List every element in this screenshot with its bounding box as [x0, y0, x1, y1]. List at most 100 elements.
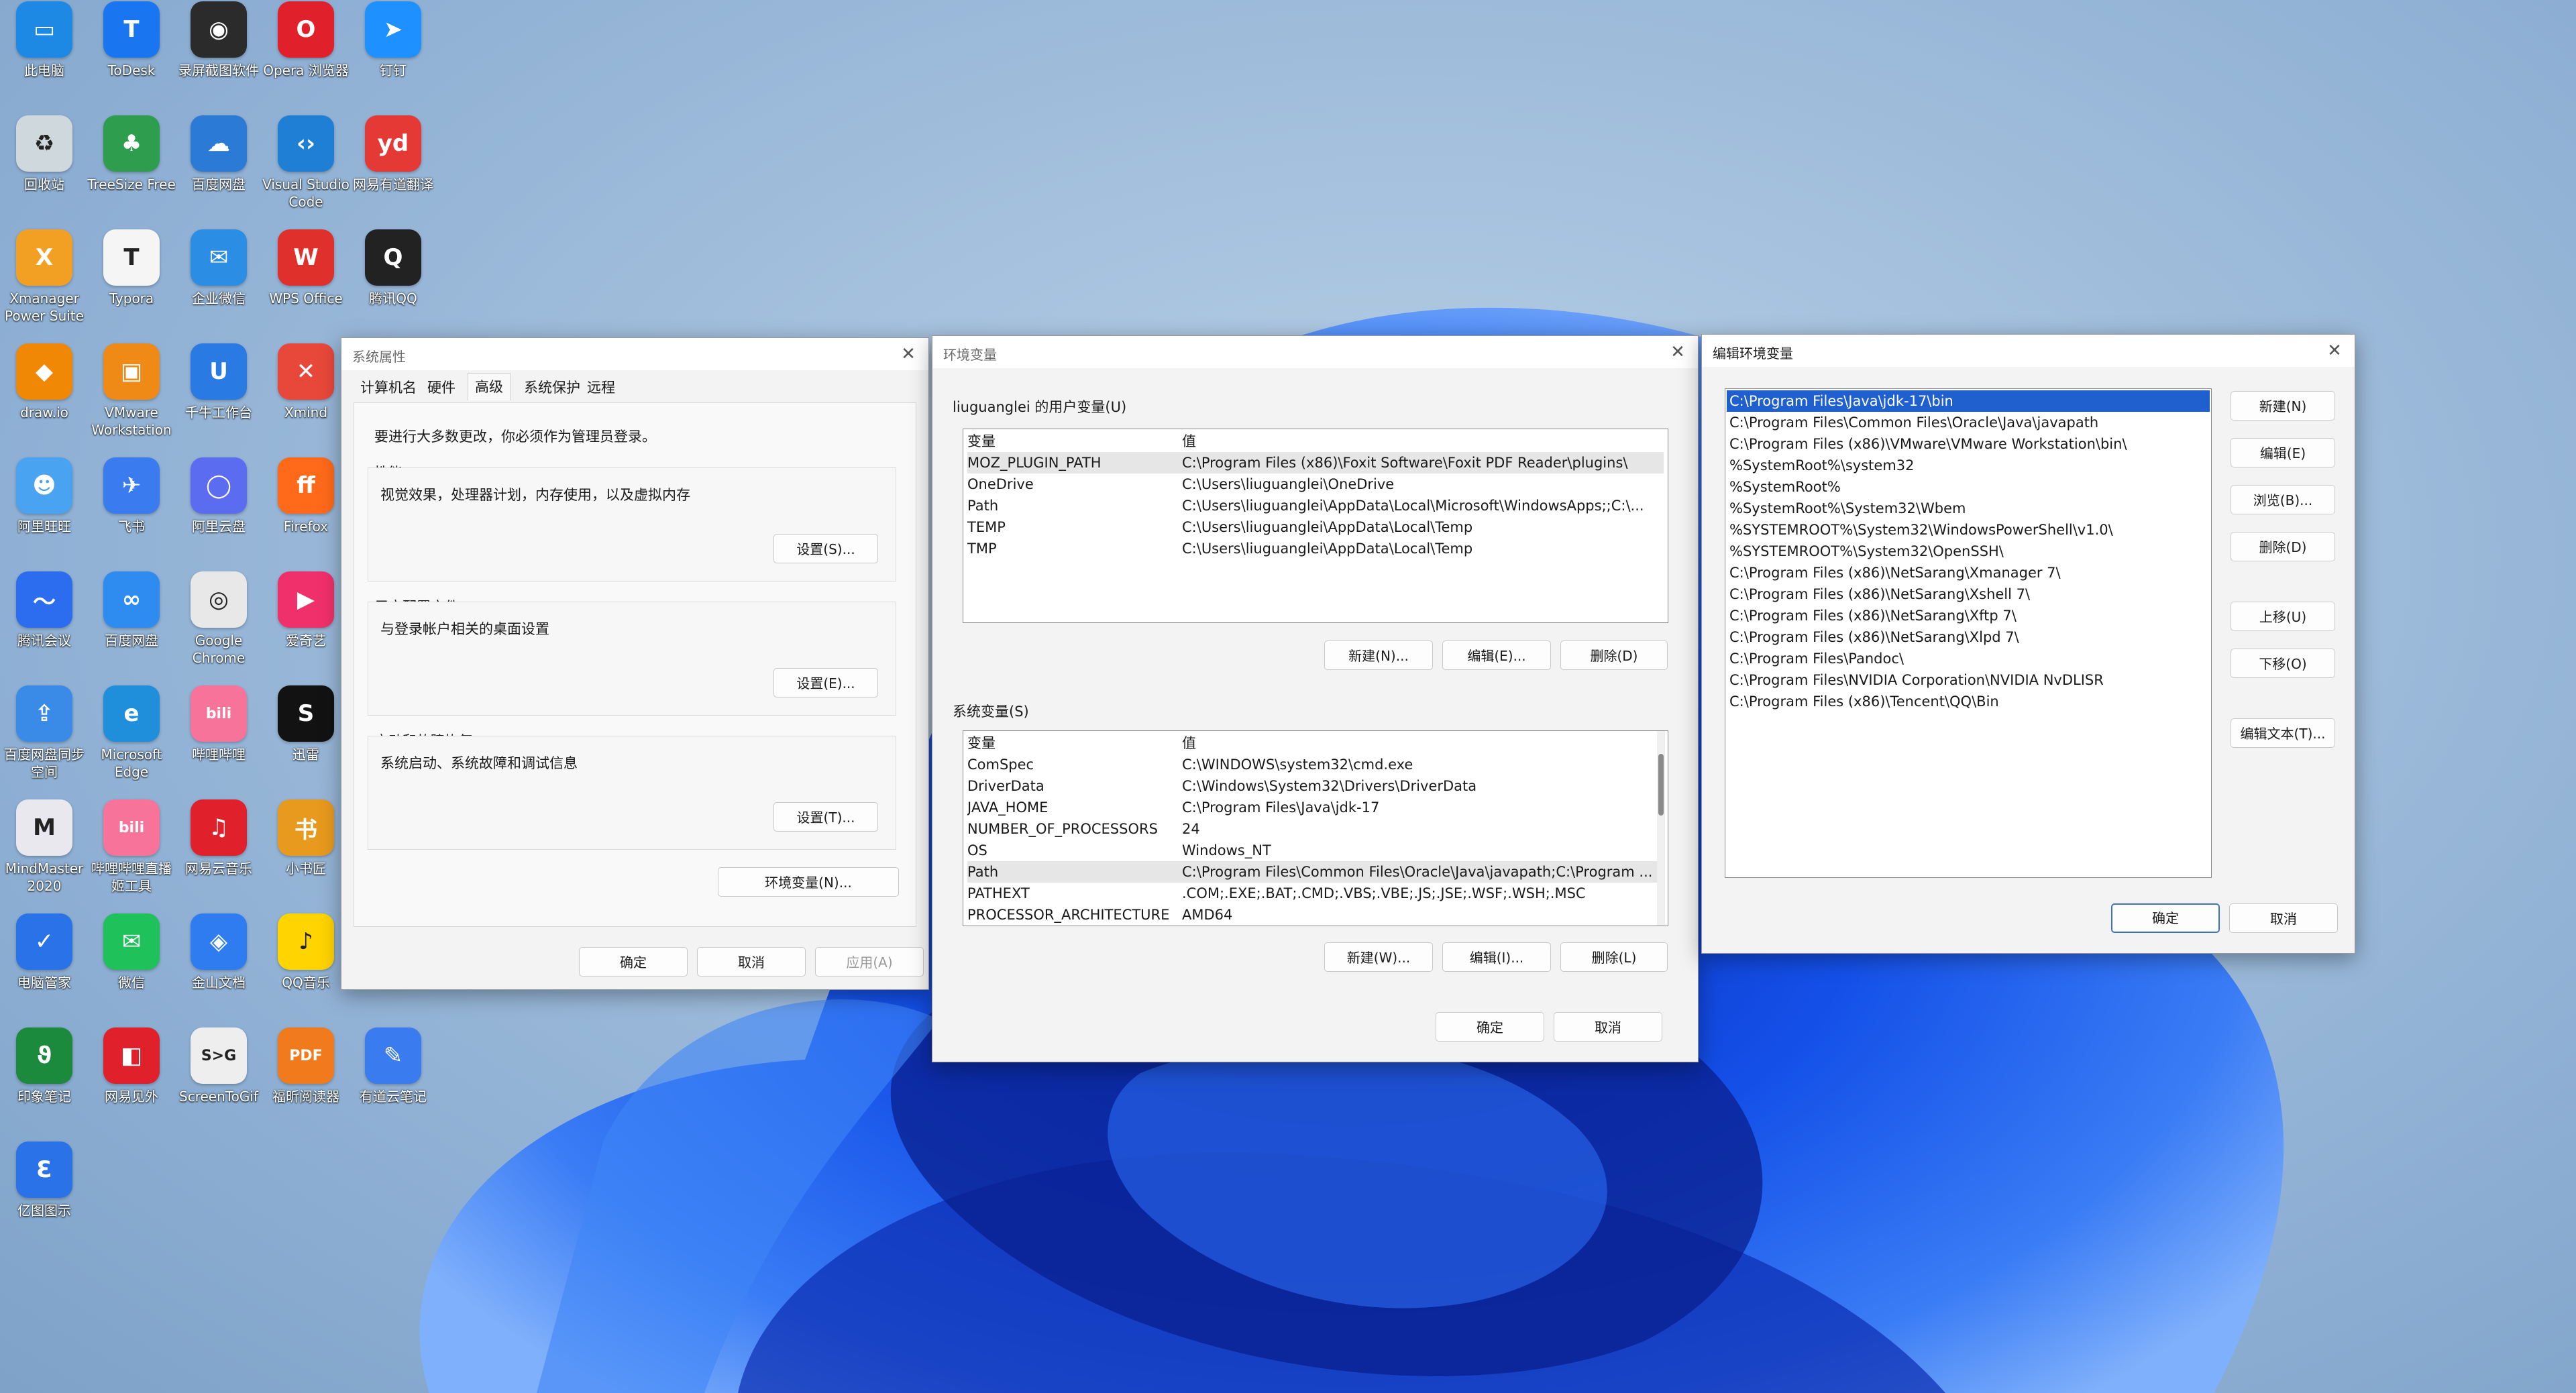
path-entry[interactable]: C:\Program Files\Common Files\Oracle\Jav…	[1727, 412, 2210, 433]
path-entry[interactable]: %SYSTEMROOT%\System32\OpenSSH\	[1727, 541, 2210, 562]
environment-variables-button[interactable]: 环境变量(N)...	[718, 867, 899, 897]
sys-vars-list[interactable]: 变量 值 ComSpec C:\WINDOWS\system32\cmd.exe D…	[963, 730, 1668, 926]
path-entry[interactable]: C:\Program Files\NVIDIA Corporation\NVID…	[1727, 669, 2210, 691]
desktop-icon-47[interactable]: S>G ScreenToGif	[174, 1027, 263, 1105]
desktop-icon-45[interactable]: ϑ 印象笔记	[0, 1027, 89, 1105]
desktop-icon-9[interactable]: yd 网易有道翻译	[349, 115, 437, 193]
path-entry[interactable]: C:\Program Files (x86)\NetSarang\Xshell …	[1727, 583, 2210, 605]
path-entry[interactable]: C:\Program Files (x86)\NetSarang\Xftp 7\	[1727, 605, 2210, 626]
desktop-icon-17[interactable]: U 千牛工作台	[174, 343, 263, 421]
browse-button[interactable]: 浏览(B)...	[2231, 485, 2335, 514]
cancel-button[interactable]: 取消	[1554, 1012, 1662, 1042]
desktop-icon-6[interactable]: ♣ TreeSize Free	[87, 115, 176, 193]
table-row[interactable]: TEMP C:\Users\liuguanglei\AppData\Local\T…	[967, 516, 1664, 538]
desktop-icon-12[interactable]: ✉ 企业微信	[174, 229, 263, 307]
desktop-icon-16[interactable]: ▣ VMware Workstation	[87, 343, 176, 439]
ok-button[interactable]: 确定	[2111, 903, 2220, 933]
tab-advanced[interactable]: 高级	[468, 373, 511, 400]
desktop-icon-13[interactable]: W WPS Office	[262, 229, 350, 307]
cancel-button[interactable]: 取消	[697, 947, 806, 977]
desktop-icon-20[interactable]: ☻ 阿里旺旺	[0, 457, 89, 535]
desktop-icon-33[interactable]: S 迅雷	[262, 685, 350, 763]
path-entry[interactable]: C:\Program Files (x86)\Tencent\QQ\Bin	[1727, 691, 2210, 712]
path-entry[interactable]: C:\Program Files\Pandoc\	[1727, 648, 2210, 669]
table-row[interactable]: PROCESSOR_ARCHITECTURE AMD64	[967, 904, 1664, 926]
tab-remote[interactable]: 远程	[587, 374, 615, 401]
desktop-icon-5[interactable]: ♻ 回收站	[0, 115, 89, 193]
desktop-icon-49[interactable]: ✎ 有道云笔记	[349, 1027, 437, 1105]
desktop-icon-27[interactable]: ◎ Google Chrome	[174, 571, 263, 667]
desktop-icon-40[interactable]: ✓ 电脑管家	[0, 913, 89, 991]
desktop-icon-35[interactable]: M MindMaster 2020	[0, 799, 89, 895]
new-path-button[interactable]: 新建(N)	[2231, 391, 2335, 421]
desktop-icon-36[interactable]: bili 哔哩哔哩直播姬工具	[87, 799, 176, 895]
move-up-button[interactable]: 上移(U)	[2231, 602, 2335, 631]
desktop-icon-15[interactable]: ◆ draw.io	[0, 343, 89, 421]
desktop-icon-31[interactable]: e Microsoft Edge	[87, 685, 176, 781]
close-icon[interactable]: ✕	[1666, 340, 1690, 364]
path-entry[interactable]: %SystemRoot%\system32	[1727, 455, 2210, 476]
user-new-button[interactable]: 新建(N)...	[1324, 640, 1433, 670]
close-icon[interactable]: ✕	[896, 342, 920, 366]
tab-computer-name[interactable]: 计算机名	[360, 374, 417, 401]
desktop-icon-30[interactable]: ⇪ 百度网盘同步空间	[0, 685, 89, 781]
desktop-icon-50[interactable]: Ɛ 亿图图示	[0, 1141, 89, 1219]
path-entry[interactable]: %SystemRoot%	[1727, 476, 2210, 498]
path-entry[interactable]: %SYSTEMROOT%\System32\WindowsPowerShell\…	[1727, 519, 2210, 541]
desktop-icon-37[interactable]: ♫ 网易云音乐	[174, 799, 263, 877]
tab-hardware[interactable]: 硬件	[427, 374, 455, 401]
desktop-icon-46[interactable]: ◧ 网易见外	[87, 1027, 176, 1105]
table-row[interactable]: DriverData C:\Windows\System32\Drivers\Dr…	[967, 775, 1664, 797]
delete-path-button[interactable]: 删除(D)	[2231, 532, 2335, 561]
ok-button[interactable]: 确定	[579, 947, 688, 977]
desktop-icon-2[interactable]: ◉ 录屏截图软件	[174, 1, 263, 79]
desktop-icon-22[interactable]: ◯ 阿里云盘	[174, 457, 263, 535]
desktop-icon-28[interactable]: ▶ 爱奇艺	[262, 571, 350, 649]
path-entry[interactable]: %SystemRoot%\System32\Wbem	[1727, 498, 2210, 519]
desktop-icon-42[interactable]: ◈ 金山文档	[174, 913, 263, 991]
desktop-icon-25[interactable]: 〜腾讯会议	[0, 571, 89, 649]
desktop-icon-7[interactable]: ☁ 百度网盘	[174, 115, 263, 193]
table-row[interactable]: Path C:\Program Files\Common Files\Oracle…	[967, 861, 1664, 883]
user-edit-button[interactable]: 编辑(E)...	[1442, 640, 1551, 670]
path-entry[interactable]: C:\Program Files (x86)\VMware\VMware Wor…	[1727, 433, 2210, 455]
table-row[interactable]: JAVA_HOME C:\Program Files\Java\jdk-17	[967, 797, 1664, 818]
desktop-icon-41[interactable]: ✉ 微信	[87, 913, 176, 991]
sys-delete-button[interactable]: 删除(L)	[1560, 942, 1668, 972]
cancel-button[interactable]: 取消	[2229, 903, 2338, 933]
edit-text-button[interactable]: 编辑文本(T)...	[2231, 718, 2335, 748]
startup-settings-button[interactable]: 设置(T)...	[773, 802, 878, 832]
user-vars-list[interactable]: 变量 值 MOZ_PLUGIN_PATH C:\Program Files (x8…	[963, 429, 1668, 623]
desktop-icon-32[interactable]: bili 哔哩哔哩	[174, 685, 263, 763]
desktop-icon-14[interactable]: Q 腾讯QQ	[349, 229, 437, 307]
table-row[interactable]: PATHEXT .COM;.EXE;.BAT;.CMD;.VBS;.VBE;.JS…	[967, 883, 1664, 904]
user-delete-button[interactable]: 删除(D)	[1560, 640, 1668, 670]
tab-system-protection[interactable]: 系统保护	[524, 374, 580, 401]
desktop-icon-23[interactable]: ff Firefox	[262, 457, 350, 535]
desktop-icon-38[interactable]: 书小书匠	[262, 799, 350, 877]
table-row[interactable]: NUMBER_OF_PROCESSORS 24	[967, 818, 1664, 840]
desktop-icon-0[interactable]: ▭ 此电脑	[0, 1, 89, 79]
path-entry[interactable]: C:\Program Files\Java\jdk-17\bin	[1727, 390, 2210, 412]
apply-button[interactable]: 应用(A)	[815, 947, 924, 977]
desktop-icon-10[interactable]: X Xmanager Power Suite	[0, 229, 89, 325]
move-down-button[interactable]: 下移(O)	[2231, 649, 2335, 678]
ok-button[interactable]: 确定	[1436, 1012, 1544, 1042]
close-icon[interactable]: ✕	[2322, 339, 2347, 363]
desktop-icon-11[interactable]: T Typora	[87, 229, 176, 307]
sys-vars-scrollbar[interactable]	[1657, 731, 1665, 926]
desktop-icon-4[interactable]: ➤ 钉钉	[349, 1, 437, 79]
sys-edit-button[interactable]: 编辑(I)...	[1442, 942, 1551, 972]
table-row[interactable]: Path C:\Users\liuguanglei\AppData\Local\M…	[967, 495, 1664, 516]
desktop-icon-1[interactable]: T ToDesk	[87, 1, 176, 79]
edit-path-button[interactable]: 编辑(E)	[2231, 438, 2335, 467]
scrollbar-thumb[interactable]	[1658, 754, 1664, 816]
table-row[interactable]: OS Windows_NT	[967, 840, 1664, 861]
performance-settings-button[interactable]: 设置(S)...	[773, 534, 878, 563]
desktop-icon-21[interactable]: ✈ 飞书	[87, 457, 176, 535]
user-profiles-settings-button[interactable]: 设置(E)...	[773, 668, 878, 698]
sys-new-button[interactable]: 新建(W)...	[1324, 942, 1433, 972]
table-row[interactable]: MOZ_PLUGIN_PATH C:\Program Files (x86)\Fo…	[967, 452, 1664, 473]
desktop-icon-26[interactable]: ∞ 百度网盘	[87, 571, 176, 649]
table-row[interactable]: OneDrive C:\Users\liuguanglei\OneDrive	[967, 473, 1664, 495]
